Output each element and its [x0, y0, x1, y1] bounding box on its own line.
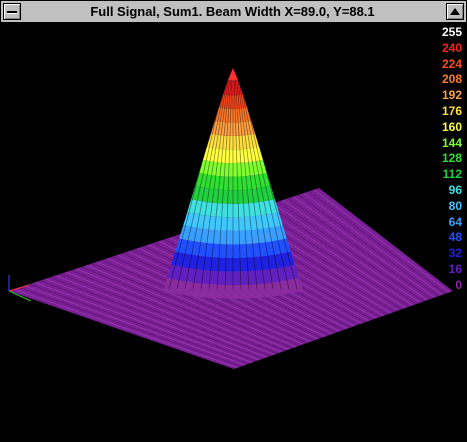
legend-level-112: 112 [442, 167, 462, 182]
legend-level-160: 160 [441, 119, 462, 134]
legend-level-224: 224 [441, 56, 462, 71]
legend-level-64: 64 [448, 214, 462, 229]
color-scale-legend: 255 240 224 208 192 176 160 144 128 112 96 80 64 48 32… [422, 25, 462, 294]
legend-level-32: 32 [448, 246, 462, 261]
legend-level-208: 208 [441, 72, 462, 87]
beam-3d-plot: 255 240 224 208 192 176 160 144 128 112 96 80 64 48 32… [1, 23, 466, 441]
legend-level-96: 96 [448, 182, 462, 197]
surface-plot [8, 68, 453, 369]
system-menu-icon[interactable] [3, 3, 21, 20]
peak-band-255 [227, 68, 239, 82]
legend-level-176: 176 [441, 103, 462, 118]
beam-peak [163, 68, 303, 299]
legend-level-144: 144 [441, 135, 462, 150]
legend-level-80: 80 [448, 198, 462, 213]
beam-profile-window: Full Signal, Sum1. Beam Width X=89.0, Y=… [0, 0, 467, 442]
legend-level-16: 16 [448, 261, 462, 276]
legend-level-0: 0 [455, 277, 462, 292]
legend-level-192: 192 [441, 88, 462, 103]
legend-level-255: 255 [441, 25, 462, 39]
legend-level-48: 48 [448, 230, 462, 245]
window-title: Full Signal, Sum1. Beam Width X=89.0, Y=… [90, 4, 375, 19]
legend-level-240: 240 [441, 40, 462, 55]
title-bar[interactable]: Full Signal, Sum1. Beam Width X=89.0, Y=… [1, 1, 466, 23]
legend-level-128: 128 [441, 151, 462, 166]
maximize-arrow-icon[interactable] [446, 3, 464, 20]
